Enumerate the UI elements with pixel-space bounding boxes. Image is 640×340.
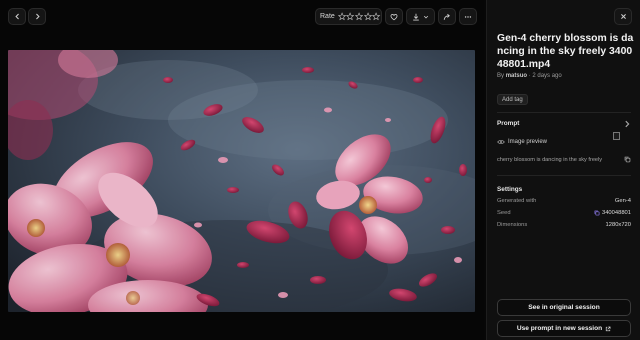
details-panel: Gen-4 cherry blossom is dancing in the s… bbox=[486, 0, 640, 340]
copy-icon[interactable] bbox=[624, 156, 631, 163]
prompt-heading: Prompt bbox=[497, 120, 520, 127]
asset-title: Gen-4 cherry blossom is dancing in the s… bbox=[497, 33, 634, 70]
asset-meta: By matsuo · 2 days ago bbox=[497, 73, 562, 79]
divider bbox=[497, 175, 631, 176]
media-viewer: Rate bbox=[0, 0, 484, 340]
share-icon bbox=[443, 13, 450, 20]
chevron-down-icon bbox=[424, 15, 429, 18]
setting-value: 340048801 bbox=[601, 210, 631, 216]
next-button[interactable] bbox=[28, 8, 46, 25]
use-prompt-button[interactable]: Use prompt in new session bbox=[497, 320, 631, 337]
divider bbox=[497, 112, 631, 113]
setting-value: Gen-4 bbox=[614, 198, 631, 204]
copy-icon[interactable] bbox=[594, 210, 600, 216]
favorite-button[interactable] bbox=[385, 8, 403, 25]
image-preview-toggle[interactable]: Image preview bbox=[497, 139, 547, 145]
author-name[interactable]: matsuo bbox=[506, 73, 527, 79]
image-thumbnail[interactable] bbox=[613, 132, 620, 140]
more-options-button[interactable] bbox=[459, 8, 477, 25]
chevron-left-icon bbox=[14, 13, 19, 20]
star-icon[interactable] bbox=[337, 12, 346, 21]
prompt-text: cherry blossom is dancing in the sky fre… bbox=[497, 157, 603, 163]
close-button[interactable] bbox=[614, 8, 632, 25]
settings-row-dimensions: Dimensions 1280x720 bbox=[497, 222, 631, 228]
button-label: Use prompt in new session bbox=[516, 325, 603, 332]
asset-age: 2 days ago bbox=[532, 73, 562, 79]
setting-value: 1280x720 bbox=[605, 222, 631, 228]
see-in-original-session-button[interactable]: See in original session bbox=[497, 299, 631, 316]
setting-key: Dimensions bbox=[497, 222, 528, 228]
download-button[interactable] bbox=[406, 8, 435, 25]
button-label: See in original session bbox=[528, 304, 600, 311]
chevron-right-icon[interactable] bbox=[623, 120, 631, 128]
heart-icon bbox=[390, 13, 398, 20]
add-tag-button[interactable]: Add tag bbox=[497, 94, 528, 105]
star-icon[interactable] bbox=[363, 12, 372, 21]
settings-heading: Settings bbox=[497, 186, 523, 193]
video-preview[interactable] bbox=[8, 50, 475, 312]
external-link-icon bbox=[606, 326, 611, 331]
rate-label: Rate bbox=[320, 13, 335, 20]
share-button[interactable] bbox=[438, 8, 456, 25]
star-icon[interactable] bbox=[372, 12, 381, 21]
previous-button[interactable] bbox=[8, 8, 26, 25]
by-prefix: By bbox=[497, 73, 505, 79]
image-preview-label: Image preview bbox=[508, 139, 548, 145]
settings-row-seed: Seed 340048801 bbox=[497, 210, 631, 216]
cherry-blossom-frame bbox=[8, 50, 475, 312]
rating-control: Rate bbox=[315, 8, 382, 25]
download-icon bbox=[412, 13, 419, 20]
setting-key: Seed bbox=[497, 210, 511, 216]
viewer-toolbar: Rate bbox=[0, 0, 484, 32]
eye-icon bbox=[497, 140, 505, 144]
seed-value-group[interactable]: 340048801 bbox=[594, 210, 631, 216]
settings-row-generated-with: Generated with Gen-4 bbox=[497, 198, 631, 204]
close-icon bbox=[620, 14, 626, 19]
star-icon[interactable] bbox=[355, 12, 364, 21]
setting-key: Generated with bbox=[497, 198, 537, 204]
more-icon bbox=[464, 15, 472, 18]
chevron-right-icon bbox=[35, 13, 40, 20]
star-icon[interactable] bbox=[346, 12, 355, 21]
